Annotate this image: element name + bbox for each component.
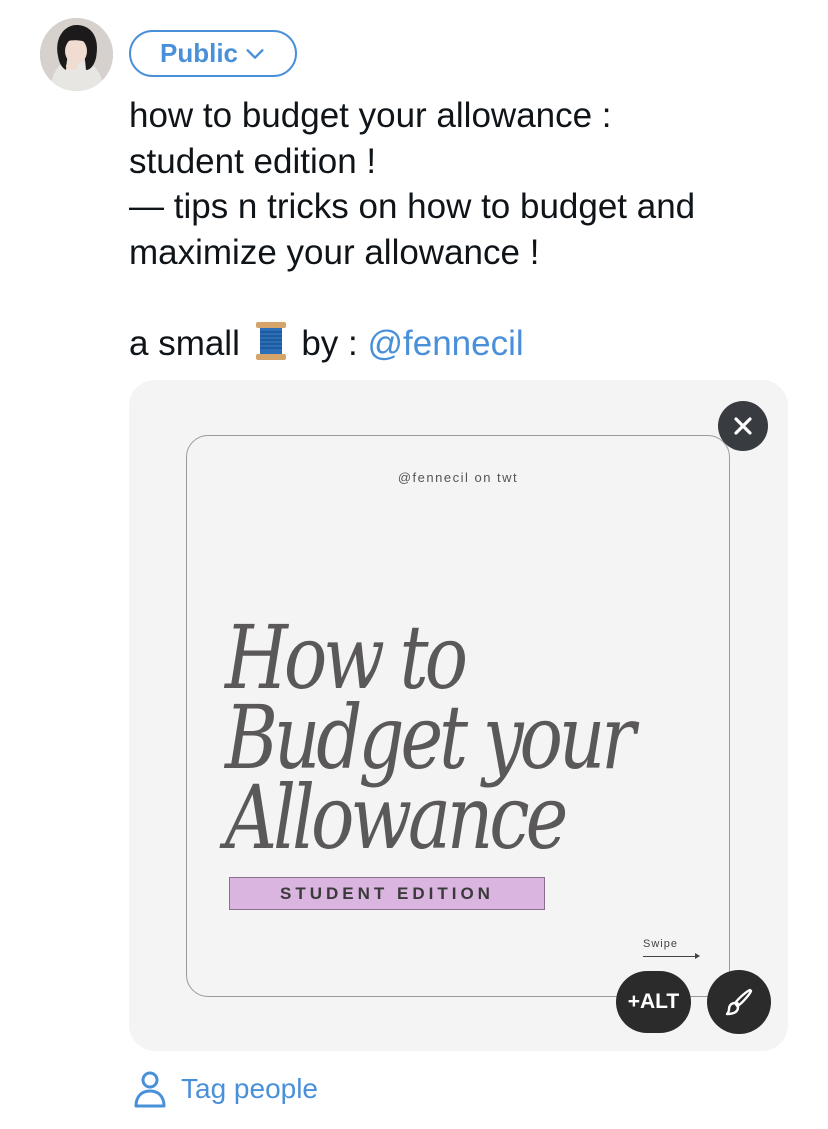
credit-prefix: a small bbox=[129, 323, 240, 363]
tweet-line: maximize your allowance ! bbox=[129, 232, 540, 272]
tweet-line: student edition ! bbox=[129, 141, 377, 181]
audience-selector-button[interactable]: Public bbox=[129, 30, 297, 77]
image-handle-text: @fennecil on twt bbox=[397, 470, 519, 485]
edit-media-button[interactable] bbox=[707, 970, 771, 1034]
media-image: @fennecil on twt How to Budget your Allo… bbox=[186, 435, 730, 997]
swipe-hint: Swipe bbox=[643, 938, 678, 950]
tweet-line-credit: a small by : @fennecil bbox=[129, 321, 789, 367]
tag-people-label: Tag people bbox=[181, 1073, 319, 1104]
tweet-line: how to budget your allowance : bbox=[129, 96, 612, 135]
swipe-arrow-icon bbox=[643, 953, 700, 959]
audience-label: Public bbox=[159, 38, 238, 68]
chevron-down-icon bbox=[246, 48, 264, 59]
edition-banner: STUDENT EDITION bbox=[229, 877, 545, 910]
media-attachment: @fennecil on twt How to Budget your Allo… bbox=[129, 380, 788, 1051]
user-avatar[interactable] bbox=[40, 18, 113, 91]
person-icon bbox=[134, 1071, 166, 1108]
spool-of-thread-emoji-icon bbox=[255, 321, 286, 360]
avatar-photo bbox=[40, 18, 113, 91]
tweet-text-input[interactable]: how to budget your allowance : student e… bbox=[129, 93, 789, 366]
alt-label: +ALT bbox=[627, 990, 680, 1013]
image-title: How to Budget your Allowance bbox=[225, 614, 636, 869]
image-title-line: Allowance bbox=[225, 766, 568, 869]
add-alt-text-button[interactable]: +ALT bbox=[616, 971, 691, 1033]
mention-link[interactable]: @fennecil bbox=[368, 324, 524, 363]
remove-media-button[interactable] bbox=[718, 401, 768, 451]
tweet-line: — tips n tricks on how to budget and bbox=[129, 187, 696, 226]
close-icon bbox=[734, 417, 752, 435]
paintbrush-icon bbox=[725, 988, 753, 1016]
credit-by: by : bbox=[301, 323, 358, 363]
tag-people-button[interactable]: Tag people bbox=[133, 1069, 318, 1109]
